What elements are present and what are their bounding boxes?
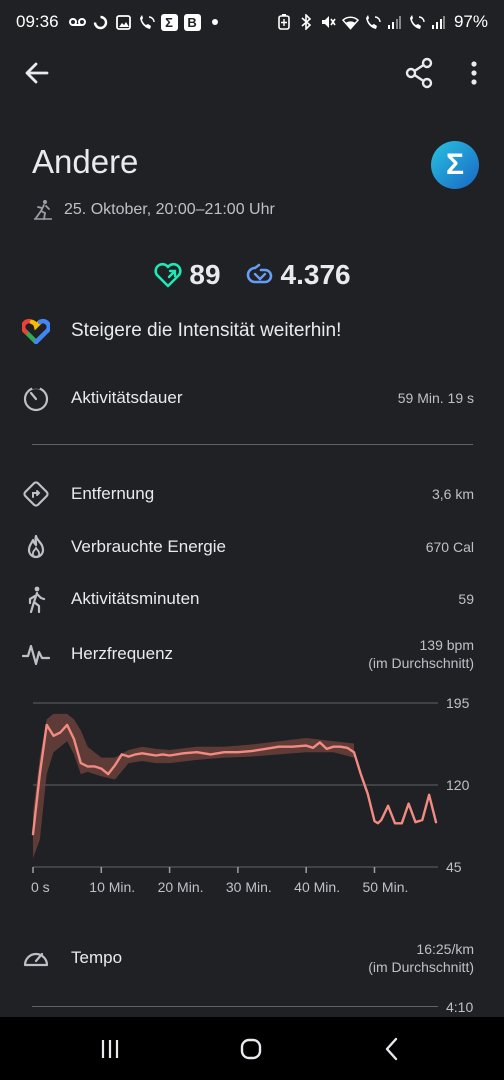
wifi-call-icon: [364, 14, 381, 31]
system-nav-bar: [0, 1017, 504, 1080]
pace-note: (im Durchschnitt): [368, 959, 474, 975]
heart-rate-icon: [22, 640, 50, 668]
app-bar: [0, 44, 504, 100]
speedometer-icon: [22, 944, 50, 972]
heart-rate-line: [31, 723, 438, 836]
battery-saver-icon: [276, 14, 293, 31]
wifi-icon: [341, 14, 359, 31]
google-fit-icon: [22, 318, 50, 344]
x-tick-label: 20 Min.: [158, 879, 204, 895]
bluetooth-icon: [298, 14, 315, 31]
wifi-call-icon: [138, 14, 155, 31]
stat-row-heart-rate: Herzfrequenz 139 bpm (im Durchschnitt): [22, 636, 474, 672]
steps-icon: [246, 263, 272, 284]
insight-row: Steigere die Intensität weiterhin!: [22, 318, 341, 344]
divider: [32, 444, 473, 445]
y-tick-label: 45: [446, 859, 462, 875]
insight-text: Steigere die Intensität weiterhin!: [71, 320, 342, 341]
y-tick-label: 120: [446, 777, 470, 793]
stat-value: 16:25/km (im Durchschnitt): [368, 940, 474, 976]
back-button[interactable]: [20, 56, 54, 90]
mute-icon: [320, 14, 337, 31]
heart-points-metric[interactable]: 89: [153, 259, 221, 291]
signal-icon: [386, 14, 403, 31]
distance-icon: [22, 480, 50, 508]
image-icon: [115, 14, 132, 31]
stat-label: Tempo: [71, 948, 123, 967]
page-title: Andere: [32, 143, 139, 180]
pace-axis-top-label: 4:10: [446, 999, 474, 1015]
heart-rate-chart[interactable]: 195 120 45 0 s 10 Min. 20 Min. 30 Min. 40 Min. 5…: [0, 690, 504, 900]
home-button[interactable]: [231, 1031, 271, 1067]
sigma-app-icon: Σ: [160, 13, 178, 31]
x-tick-label: 30 Min.: [226, 879, 272, 895]
nav-back-icon: [385, 1037, 398, 1061]
stat-row-energy: Verbrauchte Energie 670 Cal: [22, 533, 474, 561]
b-app-icon: B: [183, 13, 201, 31]
stat-value: 59: [458, 591, 474, 607]
x-tick-label: 10 Min.: [89, 879, 135, 895]
heart-rate-chart-svg: 195 120 45 0 s 10 Min. 20 Min. 30 Min. 40 Min. 5…: [31, 695, 470, 895]
recents-icon: [101, 1040, 119, 1058]
activity-type-icon: [34, 200, 52, 220]
share-button[interactable]: [402, 56, 436, 90]
heart-points-icon: [154, 262, 182, 288]
timer-icon: [22, 384, 50, 412]
stat-value: 139 bpm (im Durchschnitt): [368, 636, 474, 672]
activity-date: 25. Oktober, 20:00–21:00 Uhr: [64, 201, 275, 218]
battery-level: 97%: [453, 12, 488, 31]
walking-icon: [22, 585, 50, 613]
summary-metrics: 89 4.376: [0, 259, 504, 291]
stat-label: Aktivitätsminuten: [71, 589, 200, 608]
status-time: 09:36: [16, 12, 59, 31]
activity-date-row: 25. Oktober, 20:00–21:00 Uhr: [32, 199, 275, 221]
stat-value: 59 Min. 19 s: [397, 390, 474, 406]
wifi-call-2-icon: [408, 14, 425, 31]
stat-row-duration: Aktivitätsdauer 59 Min. 19 s: [22, 384, 474, 412]
heart-points-value: 89: [189, 259, 221, 290]
status-left: 09:36 Σ B: [16, 12, 224, 32]
flame-icon: [22, 533, 50, 561]
more-options-button[interactable]: [460, 56, 488, 90]
dot-icon: [207, 14, 224, 31]
stat-label: Entfernung: [71, 484, 155, 503]
status-bar: 09:36 Σ B 97%: [0, 0, 504, 44]
stat-value: 670 Cal: [425, 539, 474, 555]
x-tick-label: 40 Min.: [294, 879, 340, 895]
stat-label: Verbrauchte Energie: [71, 537, 226, 556]
steps-metric[interactable]: 4.376: [243, 259, 351, 291]
stat-label: Aktivitätsdauer: [71, 388, 183, 407]
x-tick-label: 0 s: [31, 879, 50, 895]
pace-chart-gridline: [32, 1006, 438, 1007]
pace-value: 16:25/km: [416, 941, 474, 957]
stat-value: 3,6 km: [431, 486, 474, 502]
status-right: 97%: [276, 12, 488, 32]
steps-value: 4.376: [280, 259, 351, 290]
heart-rate-value: 139 bpm: [419, 637, 474, 653]
sigma-app-logo[interactable]: Σ: [431, 141, 479, 189]
stat-row-distance: Entfernung 3,6 km: [22, 480, 474, 508]
home-icon: [240, 1038, 262, 1060]
arrow-back-icon: [25, 62, 49, 84]
y-tick-label: 195: [446, 695, 470, 711]
nav-back-button[interactable]: [372, 1031, 412, 1067]
voicemail-icon: [68, 14, 86, 31]
stat-row-active-minutes: Aktivitätsminuten 59: [22, 585, 474, 613]
share-icon: [405, 57, 433, 89]
recents-button[interactable]: [90, 1031, 130, 1067]
heart-rate-note: (im Durchschnitt): [368, 655, 474, 671]
stat-label: Herzfrequenz: [71, 644, 174, 663]
more-vert-icon: [471, 61, 477, 85]
x-tick-label: 50 Min.: [362, 879, 408, 895]
sync-icon: [92, 14, 109, 31]
stat-row-pace: Tempo 16:25/km (im Durchschnitt): [22, 940, 474, 976]
signal-2-icon: [430, 14, 447, 31]
heart-rate-range-band: [33, 713, 354, 859]
